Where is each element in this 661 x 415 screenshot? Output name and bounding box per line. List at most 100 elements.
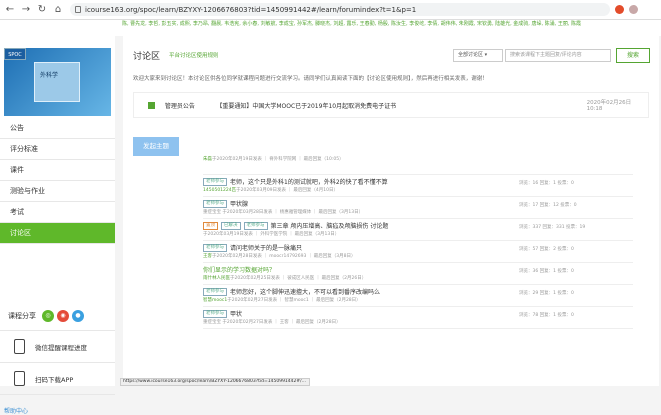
- browser-toolbar: ← → ↻ ⌂ icourse163.org/spoc/learn/BZYXY-…: [0, 0, 661, 20]
- thread-meta: 重症宝宝 于2020年02月27日发表 ｜ 王客 ｜ 最后回复（2月28日）: [203, 319, 341, 325]
- thread-meta: 于2020年03月19日发表 ｜ 外科学医学院 ｜ 最后回复（3月13日）: [203, 231, 339, 237]
- thread-title[interactable]: 第三章 颅内压增高、脑疝及颅脑损伤 讨论题: [271, 221, 389, 230]
- reload-icon[interactable]: ↻: [36, 4, 48, 16]
- thread-tag: 老师参与: [203, 243, 227, 252]
- search-input[interactable]: 搜索该课程下主题回复/评论内容: [505, 49, 611, 62]
- status-bar-url: https://www.icourse163.org/spoc/learn/BZ…: [120, 378, 310, 386]
- list-item[interactable]: 老师参与 甲状腺 重症宝宝 于2020年03月28日发表 ｜ 杨惠雅管理媒体 ｜ 最…: [203, 197, 633, 219]
- profile-avatar[interactable]: [629, 5, 638, 14]
- wechat-icon[interactable]: ◎: [42, 309, 54, 322]
- thread-tag: 老师参与: [203, 177, 227, 186]
- notice-label: 管理员公告: [164, 102, 195, 110]
- thread-title[interactable]: 甲状: [230, 309, 242, 318]
- thread-meta: 智慧mooc1于2020年02月27日发表 ｜ 智慧mooc1 ｜ 最后回复（2…: [203, 297, 361, 303]
- list-item[interactable]: 置顶 已解决 老师参与 第三章 颅内压增高、脑疝及颅脑损伤 讨论题 于2020年03月1…: [203, 219, 633, 241]
- list-item[interactable]: 老师参与 老师，这个只是外科1的测试就吧，外科2的快了看不懂不算 145050122…: [203, 175, 633, 197]
- forum-main: 讨论区 平台讨论区使用规则 全部讨论区 ▾ 搜索该课程下主题回复/评论内容 搜索…: [123, 36, 659, 386]
- rules-link[interactable]: 平台讨论区使用规则: [169, 51, 219, 59]
- app-item-label: 扫码下载APP: [35, 375, 74, 384]
- forum-filter-select[interactable]: 全部讨论区 ▾: [453, 49, 503, 62]
- thread-author[interactable]: 1450501224匹: [203, 188, 236, 193]
- thread-stats: 浏览：16 回复：1 投票：0: [519, 181, 574, 186]
- thread-title-line: 老师参与 甲状腺: [203, 199, 248, 208]
- cover-book: [34, 62, 80, 102]
- address-bar[interactable]: icourse163.org/spoc/learn/BZYXY-12066768…: [70, 3, 610, 16]
- thread-author[interactable]: 王客: [203, 254, 212, 259]
- thread-stats: 浏览：337 回复：331 投票：19: [519, 225, 586, 230]
- thread-author[interactable]: 朱磊: [203, 157, 212, 162]
- thread-author[interactable]: 智慧mooc1: [203, 298, 227, 303]
- sidebar-item-5[interactable]: 讨论区: [0, 223, 115, 244]
- thread-meta: 1450501224匹于2020年03月09日发表 ｜ 最后回复（4月10日）: [203, 187, 338, 193]
- thread-tag: 已解决: [221, 221, 241, 230]
- participant-names: 陈, 曹先龙, 李哲, 彭五实, 成熙, 李乃昂, 翻晨, 韦浩宪, 余小春, …: [122, 21, 582, 27]
- list-item[interactable]: 老师参与 老师您好，这个脚伸迅速擅大，不可以看到番序改编吗么 智慧mooc1于202…: [203, 285, 633, 307]
- thread-tag: 老师参与: [203, 309, 227, 318]
- list-item[interactable]: 老师参与 请问老师关于的是一脉痛只 王客于2020年02月28日发表 ｜ moocr…: [203, 241, 633, 263]
- phone-icon: [14, 339, 25, 354]
- sidebar-item-4[interactable]: 考试: [0, 202, 115, 223]
- extension-icon[interactable]: [615, 5, 624, 14]
- thread-title-line: 老师参与 老师，这个只是外科1的测试就吧，外科2的快了看不懂不算: [203, 177, 388, 186]
- sidebar-item-1[interactable]: 评分标准: [0, 139, 115, 160]
- share-label: 课程分享: [8, 311, 36, 320]
- qq-icon[interactable]: ●: [72, 309, 84, 322]
- forward-icon[interactable]: →: [20, 4, 32, 16]
- help-center-link[interactable]: 帮助中心: [4, 406, 28, 415]
- course-share: 课程分享 ◎ ◉ ●: [0, 301, 115, 331]
- thread-title[interactable]: 请问老师关于的是一脉痛只: [230, 243, 302, 252]
- cover-title: 外科学: [40, 72, 59, 79]
- thread-meta: 雨什林人民医于2020年02月25日发表 ｜ 彼成区人民医 ｜ 最后回复（2月2…: [203, 275, 366, 281]
- thread-tag: 老师参与: [243, 221, 268, 230]
- thread-title-line: 老师参与 甲状: [203, 309, 242, 318]
- thread-stats: 浏览：78 回复：1 投票：0: [519, 313, 574, 318]
- new-topic-button[interactable]: 发起主题: [133, 137, 179, 156]
- notice-time: 2020年02月26日 10:18: [586, 100, 632, 112]
- welcome-text: 欢迎大家来到讨论区！本讨论区供各位同学就课程问题进行交流学习。请同学们认真阅读下…: [133, 76, 488, 82]
- thread-title[interactable]: 老师您好，这个脚伸迅速擅大，不可以看到番序改编吗么: [230, 287, 380, 296]
- thread-title-line: 老师参与 老师您好，这个脚伸迅速擅大，不可以看到番序改编吗么: [203, 287, 380, 296]
- sidebar-item-2[interactable]: 课件: [0, 160, 115, 181]
- thread-meta-text: 于2020年03月09日发表 ｜ 最后回复（4月10日）: [236, 188, 338, 193]
- thread-author[interactable]: 雨什林人民医: [203, 276, 230, 281]
- thread-meta-text: 于2020年02月27日发表 ｜ 智慧mooc1 ｜ 最后回复（2月28日）: [227, 298, 361, 303]
- weibo-icon[interactable]: ◉: [57, 309, 69, 322]
- thread-title[interactable]: 你们显示的学习数据对吗？: [203, 265, 275, 274]
- app-item-1[interactable]: 扫码下载APP: [0, 363, 115, 395]
- lock-icon: [75, 6, 81, 13]
- tablet-icon: [14, 371, 25, 386]
- notice-title[interactable]: 【重要通知】中国大学MOOC已于2019年10月起取消免费电子证书: [216, 101, 562, 110]
- spoc-tag: SPOC: [4, 48, 26, 60]
- search-button[interactable]: 搜索: [616, 48, 650, 63]
- thread-title[interactable]: 老师，这个只是外科1的测试就吧，外科2的快了看不懂不算: [230, 177, 388, 186]
- url-text: icourse163.org/spoc/learn/BZYXY-12066768…: [85, 5, 417, 14]
- course-menu: 公告 评分标准 课件 测验与作业 考试 讨论区: [0, 118, 115, 244]
- notice-icon: [148, 101, 155, 109]
- thread-title-line: 你们显示的学习数据对吗？: [203, 265, 275, 274]
- thread-stats: 浏览：36 回复：1 投票：0: [519, 269, 574, 274]
- thread-meta: 王客于2020年02月28日发表 ｜ moocr14792693 ｜ 最后回复（…: [203, 253, 355, 259]
- thread-title-line: 老师参与 请问老师关于的是一脉痛只: [203, 243, 302, 252]
- thread-meta-text: 于2020年02月19日发表 ｜ 脊外科学院网 ｜ 最后回复（10:05）: [212, 157, 344, 162]
- sidebar: SPOC 外科学 公告 评分标准 课件 测验与作业 考试 讨论区 课程分享 ◎ ◉ ● 微信提…: [0, 36, 115, 415]
- back-icon[interactable]: ←: [4, 4, 16, 16]
- thread-meta-text: 于2020年03月19日发表 ｜ 外科学医学院 ｜ 最后回复（3月13日）: [203, 232, 340, 237]
- list-item[interactable]: 你们显示的学习数据对吗？ 雨什林人民医于2020年02月25日发表 ｜ 彼成区人民…: [203, 263, 633, 285]
- thread-meta: 朱磊于2020年02月19日发表 ｜ 脊外科学院网 ｜ 最后回复（10:05）: [203, 156, 344, 162]
- name-strip: 陈, 曹先龙, 李哲, 彭五实, 成熙, 李乃昂, 翻晨, 韦浩宪, 余小春, …: [0, 20, 661, 36]
- list-item[interactable]: 朱磊于2020年02月19日发表 ｜ 脊外科学院网 ｜ 最后回复（10:05）: [203, 153, 633, 175]
- thread-meta: 重症宝宝 于2020年03月28日发表 ｜ 杨惠雅管理媒体 ｜ 最后回复（3月1…: [203, 209, 363, 215]
- list-item[interactable]: 老师参与 甲状 重症宝宝 于2020年02月27日发表 ｜ 王客 ｜ 最后回复（2月…: [203, 307, 633, 329]
- sidebar-item-3[interactable]: 测验与作业: [0, 181, 115, 202]
- thread-tag: 老师参与: [203, 199, 227, 208]
- home-icon[interactable]: ⌂: [52, 4, 64, 16]
- admin-notice[interactable]: 管理员公告 【重要通知】中国大学MOOC已于2019年10月起取消免费电子证书 …: [133, 92, 649, 118]
- thread-stats: 浏览：57 回复：2 投票：0: [519, 247, 574, 252]
- thread-stats: 浏览：29 回复：1 投票：0: [519, 291, 574, 296]
- app-item-0[interactable]: 微信提醒课程进度: [0, 331, 115, 363]
- page-title: 讨论区: [133, 52, 161, 62]
- thread-title[interactable]: 甲状腺: [230, 199, 248, 208]
- thread-tag: 老师参与: [203, 287, 227, 296]
- sidebar-item-0[interactable]: 公告: [0, 118, 115, 139]
- thread-meta-text: 于2020年02月28日发表 ｜ moocr14792693 ｜ 最后回复（3月…: [212, 254, 356, 259]
